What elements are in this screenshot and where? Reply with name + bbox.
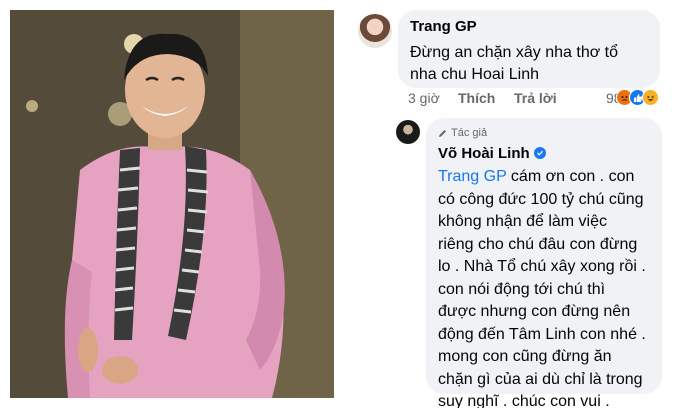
like-button[interactable]: Thích [458, 90, 495, 106]
reply-author-row: Võ Hoài Linh [438, 144, 650, 162]
avatar[interactable] [396, 120, 420, 144]
reply-line: động đến Tâm Linh con nhé . [438, 325, 646, 343]
reply-line: suy nghĩ . chúc con vui . [438, 393, 610, 408]
comment-timestamp[interactable]: 3 giờ [408, 90, 440, 106]
reply-line: Trang GP cám ơn con . con [438, 168, 635, 185]
photo-portrait [10, 10, 334, 398]
reply-line: có công đức 100 tỷ chú cũng [438, 190, 644, 208]
reply-bubble: Tác giả Võ Hoài Linh Trang GP cám ơn con… [426, 118, 662, 408]
reply-line: con nói động tới chú thì [438, 280, 606, 298]
author-badge-label: Tác giả [451, 127, 488, 139]
comment-author[interactable]: Trang GP [410, 18, 477, 35]
comment-thread: Trang GP Đừng an chặn xây nha thơ tổ nha… [350, 0, 680, 408]
reply-button[interactable]: Trả lời [514, 90, 557, 106]
reply-line: chặn gì của ai dù chỉ là trong [438, 370, 643, 388]
haha-icon [642, 89, 659, 106]
comment-bubble: Trang GP Đừng an chặn xây nha thơ tổ nha… [398, 10, 660, 88]
reply-line: được nhưng con đừng nên [438, 303, 631, 320]
pencil-icon [438, 129, 447, 138]
author-badge: Tác giả [438, 126, 650, 140]
mention-link[interactable]: Trang GP [438, 168, 506, 185]
verified-badge-icon [533, 147, 546, 159]
reply-author[interactable]: Võ Hoài Linh [438, 145, 530, 162]
reply-text: Trang GP cám ơn con . con có công đức 10… [438, 166, 650, 408]
reply-line: không nhận để làm việc [438, 213, 607, 230]
avatar[interactable] [358, 14, 392, 48]
reaction-summary[interactable] [616, 89, 668, 107]
reply-line: lo . Nhà Tổ chú xây xong rồi . [438, 258, 646, 275]
reply-line: mong con cũng đừng ăn [438, 348, 612, 365]
comment-text: Đừng an chặn xây nha thơ tổ nha chu Hoai… [410, 44, 618, 83]
portrait-illustration [10, 10, 334, 398]
reply-line: riêng cho chú đâu con đừng [438, 235, 638, 253]
